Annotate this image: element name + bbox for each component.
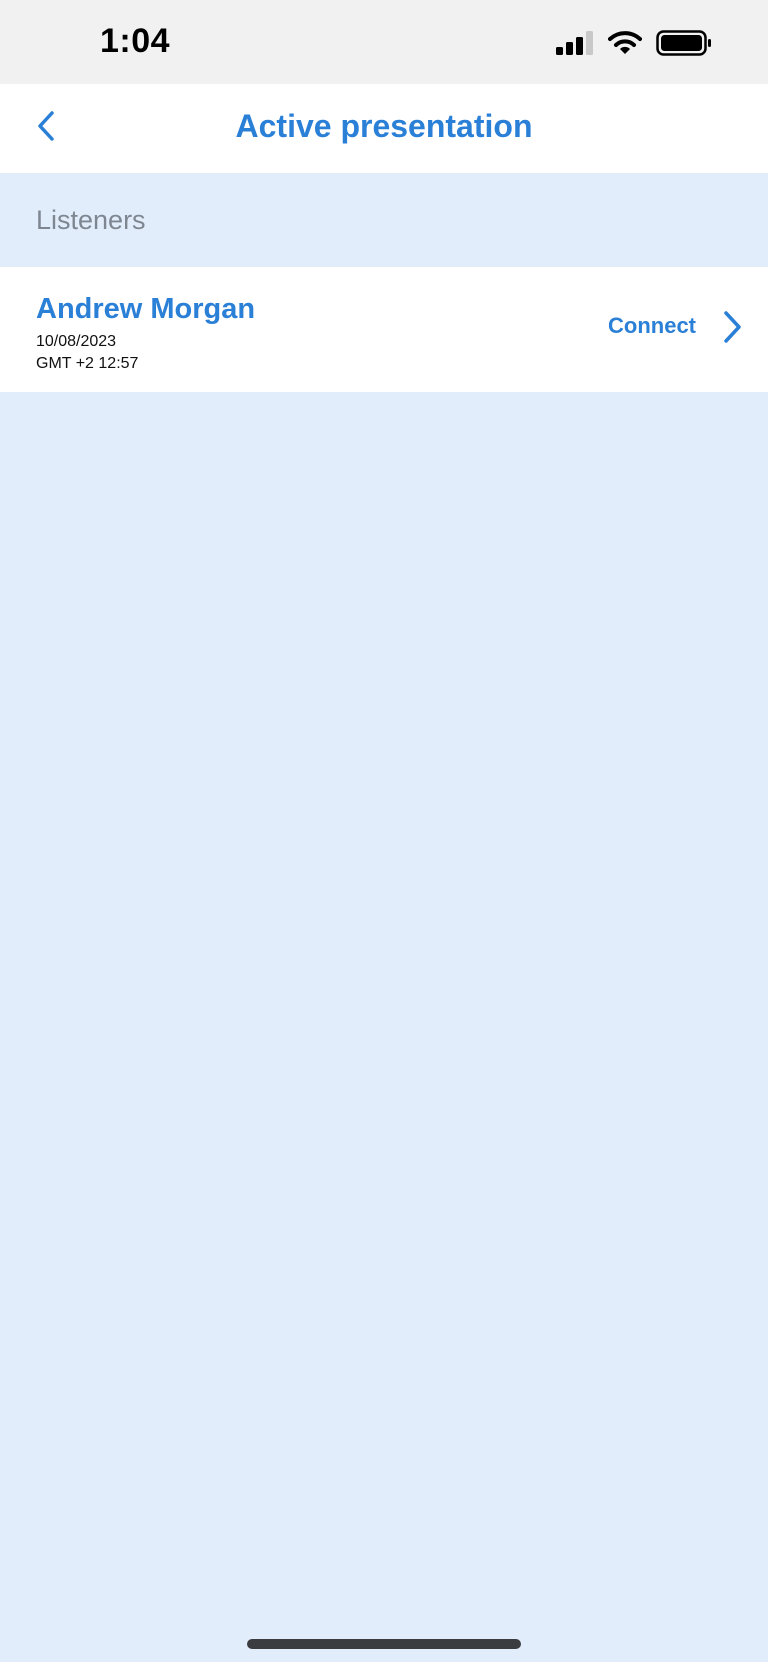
- navigation-bar: Active presentation: [0, 84, 768, 173]
- cellular-signal-icon: [556, 31, 594, 60]
- status-icons: [556, 30, 712, 61]
- chevron-right-icon[interactable]: [720, 309, 744, 345]
- section-label: Listeners: [36, 205, 146, 235]
- listener-date: 10/08/2023: [36, 333, 117, 350]
- status-time: 1:04: [100, 22, 171, 60]
- home-indicator[interactable]: [247, 1639, 521, 1649]
- status-bar: 1:04: [0, 0, 768, 84]
- listener-row[interactable]: Andrew Morgan 10/08/2023 GMT +2 12:57 Co…: [0, 267, 768, 392]
- listener-time: GMT +2 12:57: [36, 355, 139, 372]
- wifi-icon: [608, 30, 642, 61]
- page-title: Active presentation: [235, 108, 533, 144]
- battery-icon: [656, 30, 712, 61]
- listener-name: Andrew Morgan: [36, 293, 256, 325]
- listeners-section-header: Listeners: [0, 173, 768, 267]
- connect-button[interactable]: Connect: [608, 313, 696, 339]
